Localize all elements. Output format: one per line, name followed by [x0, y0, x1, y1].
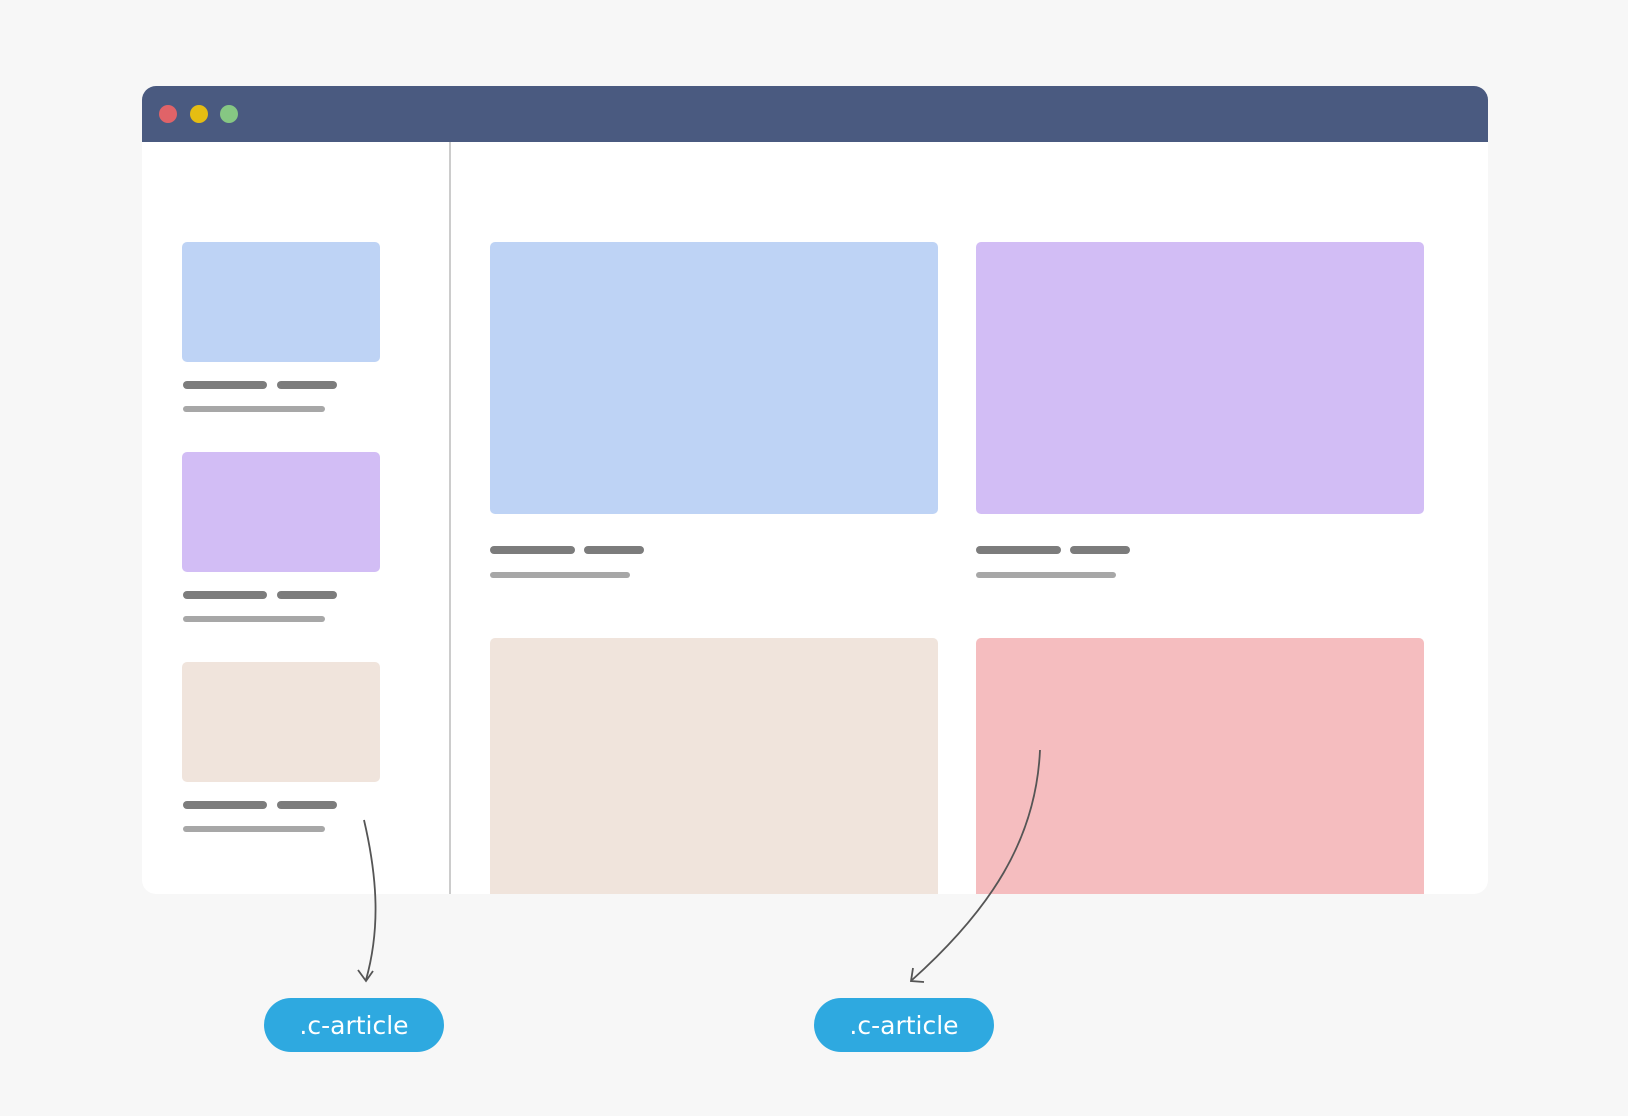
article-thumbnail-placeholder	[182, 452, 380, 572]
article-title-placeholder	[277, 381, 337, 389]
article-meta-placeholder	[183, 826, 325, 832]
article-thumbnail-placeholder	[182, 242, 380, 362]
c-article-label-right: .c-article	[814, 998, 994, 1052]
maximize-window-dot-icon[interactable]	[220, 105, 238, 123]
article-thumbnail-placeholder	[182, 662, 380, 782]
article-title-placeholder	[277, 591, 337, 599]
article-meta-placeholder	[183, 616, 325, 622]
close-window-dot-icon[interactable]	[159, 105, 177, 123]
article-thumbnail-placeholder	[976, 638, 1424, 894]
article-meta-placeholder	[183, 406, 325, 412]
article-meta-placeholder	[490, 572, 630, 578]
browser-window	[142, 86, 1488, 894]
right-arrowhead-icon	[909, 967, 925, 983]
c-article-label-left: .c-article	[264, 998, 444, 1052]
article-title-placeholder	[183, 591, 267, 599]
sidebar-divider	[449, 142, 451, 894]
article-title-placeholder	[183, 381, 267, 389]
left-arrowhead-icon	[357, 969, 374, 983]
window-titlebar	[142, 86, 1488, 142]
article-title-placeholder	[183, 801, 267, 809]
article-thumbnail-placeholder	[976, 242, 1424, 514]
article-title-placeholder	[584, 546, 644, 554]
article-title-placeholder	[490, 546, 575, 554]
article-title-placeholder	[277, 801, 337, 809]
article-title-placeholder	[976, 546, 1061, 554]
article-title-placeholder	[1070, 546, 1130, 554]
minimize-window-dot-icon[interactable]	[190, 105, 208, 123]
article-meta-placeholder	[976, 572, 1116, 578]
article-thumbnail-placeholder	[490, 638, 938, 894]
article-thumbnail-placeholder	[490, 242, 938, 514]
